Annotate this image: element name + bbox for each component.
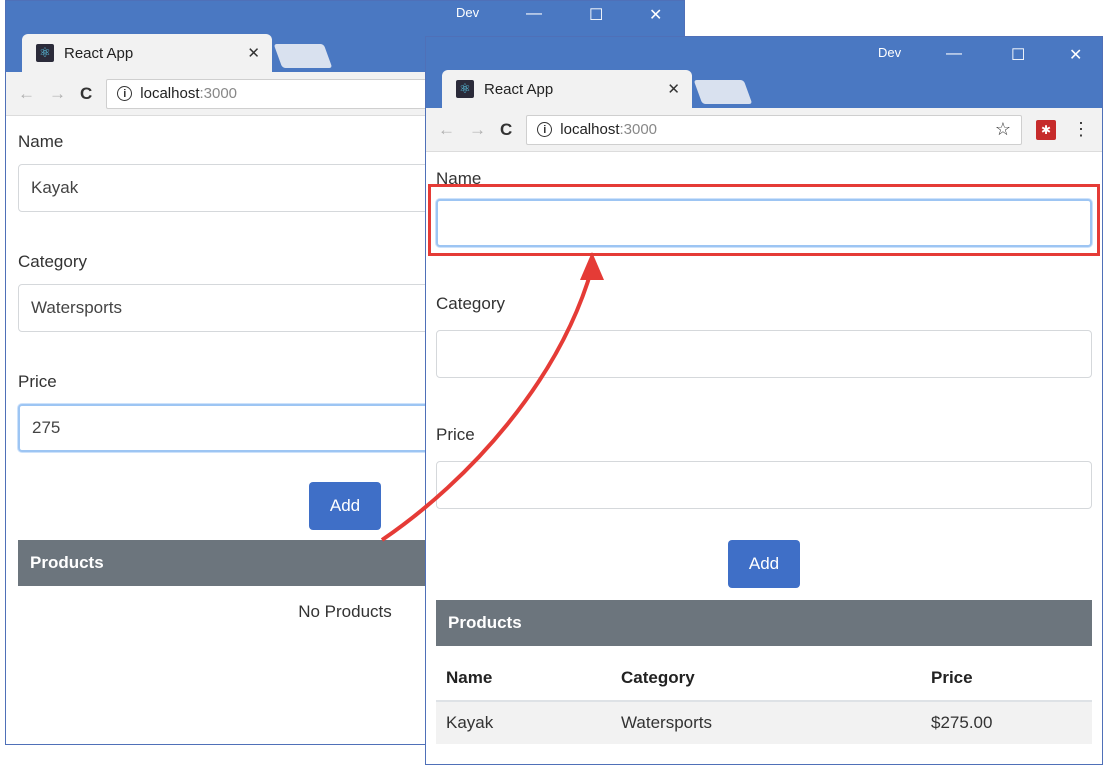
products-header: Products (436, 600, 1092, 646)
profile-name[interactable]: Dev (456, 5, 479, 20)
category-input[interactable] (436, 330, 1092, 378)
reload-icon[interactable]: C (500, 120, 512, 140)
react-logo-icon: ⚛ (36, 44, 54, 62)
forward-arrow-icon[interactable]: → (469, 120, 486, 140)
minimize-icon[interactable]: — (946, 45, 962, 63)
name-label: Name (436, 169, 482, 188)
add-row: Add (436, 540, 1092, 588)
cell-category: Watersports (611, 701, 921, 744)
add-button[interactable]: Add (309, 482, 381, 530)
browser-tab[interactable]: ⚛ React App ✕ (22, 34, 272, 72)
reload-icon[interactable]: C (80, 84, 92, 104)
new-tab-button[interactable] (273, 44, 333, 68)
price-input[interactable] (436, 461, 1092, 509)
products-table: Name Category Price Kayak Watersports $2… (436, 656, 1092, 744)
bookmark-star-icon[interactable]: ☆ (995, 119, 1011, 140)
browser-tab[interactable]: ⚛ React App ✕ (442, 70, 692, 108)
column-header-name: Name (436, 656, 611, 702)
url-port: :3000 (619, 121, 658, 138)
menu-icon[interactable]: ⋮ (1072, 119, 1090, 140)
cell-price: $275.00 (921, 701, 1092, 744)
page-content: Name Category Price Add Products Name Ca… (426, 169, 1102, 744)
close-window-icon[interactable]: ✕ (649, 5, 662, 25)
category-label: Category (436, 294, 505, 313)
maximize-icon[interactable]: ☐ (589, 5, 603, 25)
front-browser-window: Dev — ☐ ✕ ⚛ React App ✕ ← → C i localhos… (425, 36, 1103, 765)
url-host: localhost (560, 121, 620, 138)
tab-close-icon[interactable]: ✕ (667, 80, 680, 98)
minimize-icon[interactable]: — (526, 5, 542, 23)
tab-title: React App (64, 44, 134, 62)
extension-icon[interactable]: ✱ (1036, 119, 1056, 140)
price-label: Price (436, 425, 475, 444)
table-header-row: Name Category Price (436, 656, 1092, 702)
name-input[interactable] (436, 199, 1092, 247)
address-bar[interactable]: i localhost:3000 ☆ (526, 114, 1022, 145)
add-button[interactable]: Add (728, 540, 800, 588)
maximize-icon[interactable]: ☐ (1011, 45, 1025, 65)
table-row: Kayak Watersports $275.00 (436, 701, 1092, 744)
close-window-icon[interactable]: ✕ (1069, 45, 1082, 65)
info-icon[interactable]: i (537, 122, 553, 137)
tab-close-icon[interactable]: ✕ (247, 44, 260, 62)
cell-name: Kayak (436, 701, 611, 744)
tab-title: React App (484, 80, 554, 98)
back-arrow-icon[interactable]: ← (438, 120, 455, 140)
new-tab-button[interactable] (693, 80, 753, 104)
forward-arrow-icon[interactable]: → (49, 84, 66, 104)
react-logo-icon: ⚛ (456, 80, 474, 98)
url-port: :3000 (199, 85, 238, 102)
column-header-category: Category (611, 656, 921, 702)
info-icon[interactable]: i (117, 86, 133, 101)
column-header-price: Price (921, 656, 1092, 702)
back-arrow-icon[interactable]: ← (18, 84, 35, 104)
url-host: localhost (140, 85, 200, 102)
profile-name[interactable]: Dev (878, 45, 901, 60)
title-bar: Dev — ☐ ✕ ⚛ React App ✕ (426, 37, 1102, 108)
browser-toolbar: ← → C i localhost:3000 ☆ ✱ ⋮ (426, 108, 1102, 152)
